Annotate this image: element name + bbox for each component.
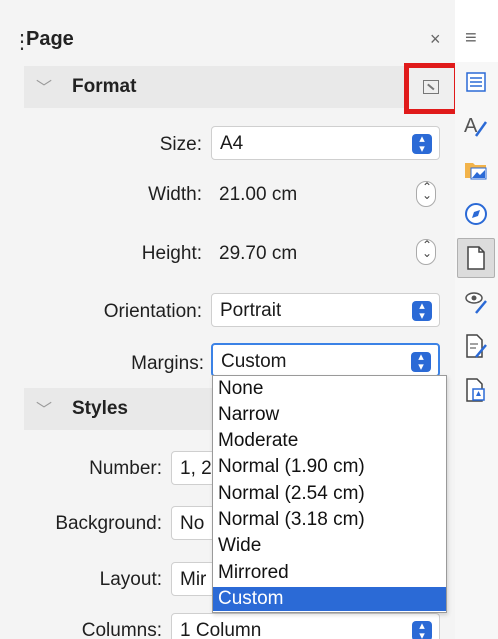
width-stepper[interactable] (416, 180, 436, 207)
tab-styles[interactable]: A (457, 106, 495, 146)
columns-value: 1 Column (180, 620, 262, 639)
size-value: A4 (220, 133, 244, 154)
margins-option-mirrored[interactable]: Mirrored (213, 561, 446, 585)
margins-option-none[interactable]: None (213, 377, 446, 401)
width-label: Width: (148, 184, 202, 205)
background-value: No (180, 513, 205, 534)
chevron-down-icon[interactable]: ﹀ (36, 396, 52, 420)
tab-gallery[interactable] (457, 150, 495, 190)
margins-option-normal-3-18[interactable]: Normal (3.18 cm) (213, 508, 446, 532)
width-field[interactable]: 21.00 cm (219, 184, 297, 206)
margins-label: Margins: (131, 353, 204, 374)
orientation-value: Portrait (220, 300, 282, 321)
styles-section-title: Styles (72, 398, 128, 419)
select-arrows-icon: ▴ ▾ (412, 621, 432, 639)
gallery-icon (465, 163, 487, 180)
margins-option-narrow[interactable]: Narrow (213, 403, 446, 427)
format-section-header[interactable]: ﹀ Format (24, 66, 436, 108)
tab-navigator[interactable] (457, 194, 495, 234)
more-options-button[interactable] (404, 63, 459, 114)
panel-title: Page (26, 28, 74, 50)
more-options-icon (423, 80, 439, 94)
styles-icon: A (464, 115, 488, 137)
style-inspector-icon (465, 292, 487, 314)
design-icon (466, 378, 485, 402)
height-label: Height: (141, 243, 202, 264)
margins-option-wide[interactable]: Wide (213, 534, 446, 558)
svg-text:A: A (464, 115, 478, 137)
chevron-down-icon[interactable]: ﹀ (36, 74, 52, 98)
select-arrows-icon: ▴ ▾ (412, 301, 432, 322)
tab-style-inspector[interactable] (457, 282, 495, 322)
margins-option-normal-1-90[interactable]: Normal (1.90 cm) (213, 455, 446, 479)
select-arrows-icon: ▴ ▾ (411, 352, 431, 373)
orientation-label: Orientation: (103, 301, 202, 322)
margins-value: Custom (221, 351, 287, 372)
properties-icon (466, 72, 486, 92)
columns-label: Columns: (81, 620, 162, 639)
format-section-title: Format (72, 76, 137, 97)
number-label: Number: (89, 458, 162, 479)
columns-select[interactable]: 1 Column ▴ ▾ (171, 613, 440, 639)
margins-dropdown-list: None Narrow Moderate Normal (1.90 cm) No… (212, 375, 447, 613)
orientation-select[interactable]: Portrait ▴ ▾ (211, 293, 440, 327)
sidebar-menu-icon[interactable]: ≡ (465, 27, 477, 50)
size-label: Size: (159, 134, 202, 155)
layout-label: Layout: (99, 569, 162, 590)
close-icon[interactable]: × (430, 29, 441, 50)
layout-value: Mir (180, 569, 207, 590)
margins-option-moderate[interactable]: Moderate (213, 429, 446, 453)
margins-option-custom[interactable]: Custom (213, 587, 446, 611)
navigator-icon (465, 203, 487, 225)
background-label: Background: (55, 513, 162, 534)
height-stepper[interactable] (416, 238, 436, 265)
page-icon (467, 246, 485, 270)
manage-changes-icon (466, 334, 487, 358)
margins-option-normal-2-54[interactable]: Normal (2.54 cm) (213, 482, 446, 506)
tab-properties[interactable] (457, 62, 495, 102)
tab-page[interactable] (457, 238, 495, 278)
tab-manage-changes[interactable] (457, 326, 495, 366)
panel-titlebar: ⋮ Page × (0, 20, 455, 62)
margins-select[interactable]: Custom ▴ ▾ (211, 343, 440, 377)
select-arrows-icon: ▴ ▾ (412, 134, 432, 155)
tab-design[interactable] (457, 370, 495, 410)
sidebar-tabbar: A (455, 62, 498, 639)
number-value: 1, 2 (180, 458, 212, 479)
height-field[interactable]: 29.70 cm (219, 243, 297, 265)
size-select[interactable]: A4 ▴ ▾ (211, 126, 440, 160)
